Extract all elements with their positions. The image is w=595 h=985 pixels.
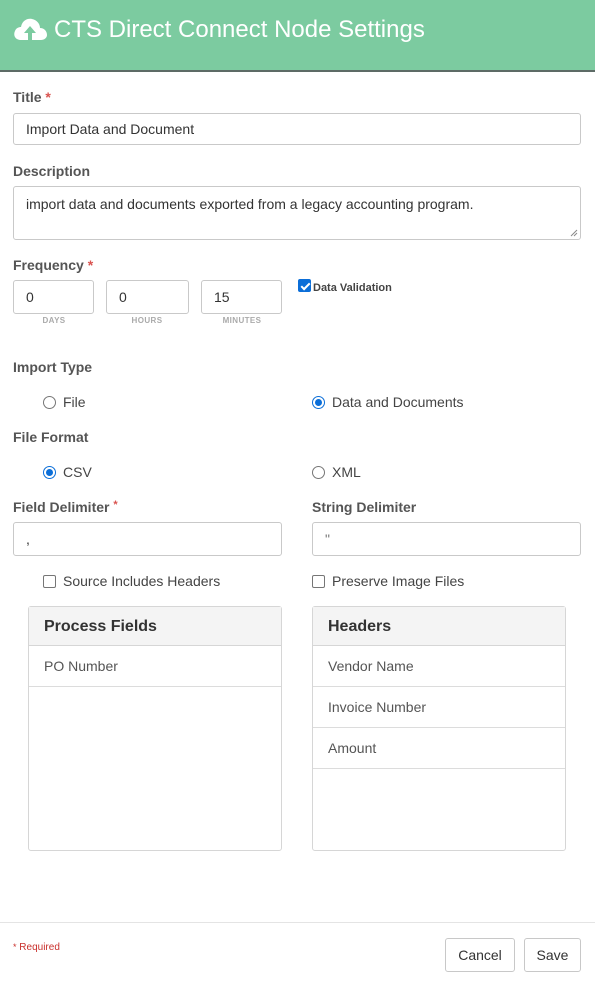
process-fields-panel: Process Fields PO Number	[28, 606, 282, 851]
headers-panel: Headers Vendor Name Invoice Number Amoun…	[312, 606, 566, 851]
days-input[interactable]: 0	[13, 280, 94, 314]
source-includes-headers-checkbox[interactable]	[43, 575, 56, 588]
file-format-label: File Format	[13, 429, 89, 445]
headers-title: Headers	[313, 607, 565, 646]
description-label: Description	[13, 163, 91, 179]
required-note: * Required	[13, 942, 60, 953]
string-delimiter-input[interactable]: "	[312, 522, 581, 556]
list-item[interactable]: Invoice Number	[313, 687, 565, 728]
resize-handle-icon[interactable]	[570, 229, 578, 237]
import-type-data-documents-label: Data and Documents	[332, 394, 464, 410]
hours-caption: HOURS	[131, 316, 163, 325]
preserve-image-files-label: Preserve Image Files	[332, 573, 465, 589]
list-item[interactable]: PO Number	[29, 646, 281, 687]
file-format-csv-label: CSV	[63, 464, 92, 480]
days-caption: DAYS	[42, 316, 66, 325]
hours-input[interactable]: 0	[106, 280, 189, 314]
file-format-xml-radio[interactable]	[312, 466, 325, 479]
data-validation-label: Data Validation	[313, 282, 392, 294]
list-item[interactable]: Vendor Name	[313, 646, 565, 687]
cloud-upload-icon	[14, 18, 47, 40]
header-bar: CTS Direct Connect Node Settings	[0, 0, 595, 72]
minutes-caption: MINUTES	[222, 316, 262, 325]
footer-divider	[0, 922, 595, 923]
description-textarea[interactable]: import data and documents exported from …	[13, 186, 581, 240]
list-item[interactable]: Amount	[313, 728, 565, 769]
import-type-data-documents-radio[interactable]	[312, 396, 325, 409]
title-label: Title *	[13, 89, 51, 105]
title-input[interactable]: Import Data and Document	[13, 113, 581, 145]
field-delimiter-input[interactable]: ,	[13, 522, 282, 556]
import-type-label: Import Type	[13, 359, 93, 375]
data-validation-checkbox[interactable]	[298, 279, 311, 292]
page-title: CTS Direct Connect Node Settings	[54, 16, 425, 43]
string-delimiter-label: String Delimiter	[312, 499, 417, 515]
file-format-csv-radio[interactable]	[43, 466, 56, 479]
field-delimiter-label: Field Delimiter *	[13, 499, 118, 515]
preserve-image-files-checkbox[interactable]	[312, 575, 325, 588]
frequency-label: Frequency *	[13, 257, 94, 273]
file-format-xml-label: XML	[332, 464, 361, 480]
required-mark: *	[45, 89, 51, 105]
minutes-input[interactable]: 15	[201, 280, 282, 314]
save-button[interactable]: Save	[524, 938, 581, 972]
import-type-file-radio[interactable]	[43, 396, 56, 409]
cancel-button[interactable]: Cancel	[445, 938, 515, 972]
process-fields-title: Process Fields	[29, 607, 281, 646]
source-includes-headers-label: Source Includes Headers	[63, 573, 221, 589]
import-type-file-label: File	[63, 394, 86, 410]
